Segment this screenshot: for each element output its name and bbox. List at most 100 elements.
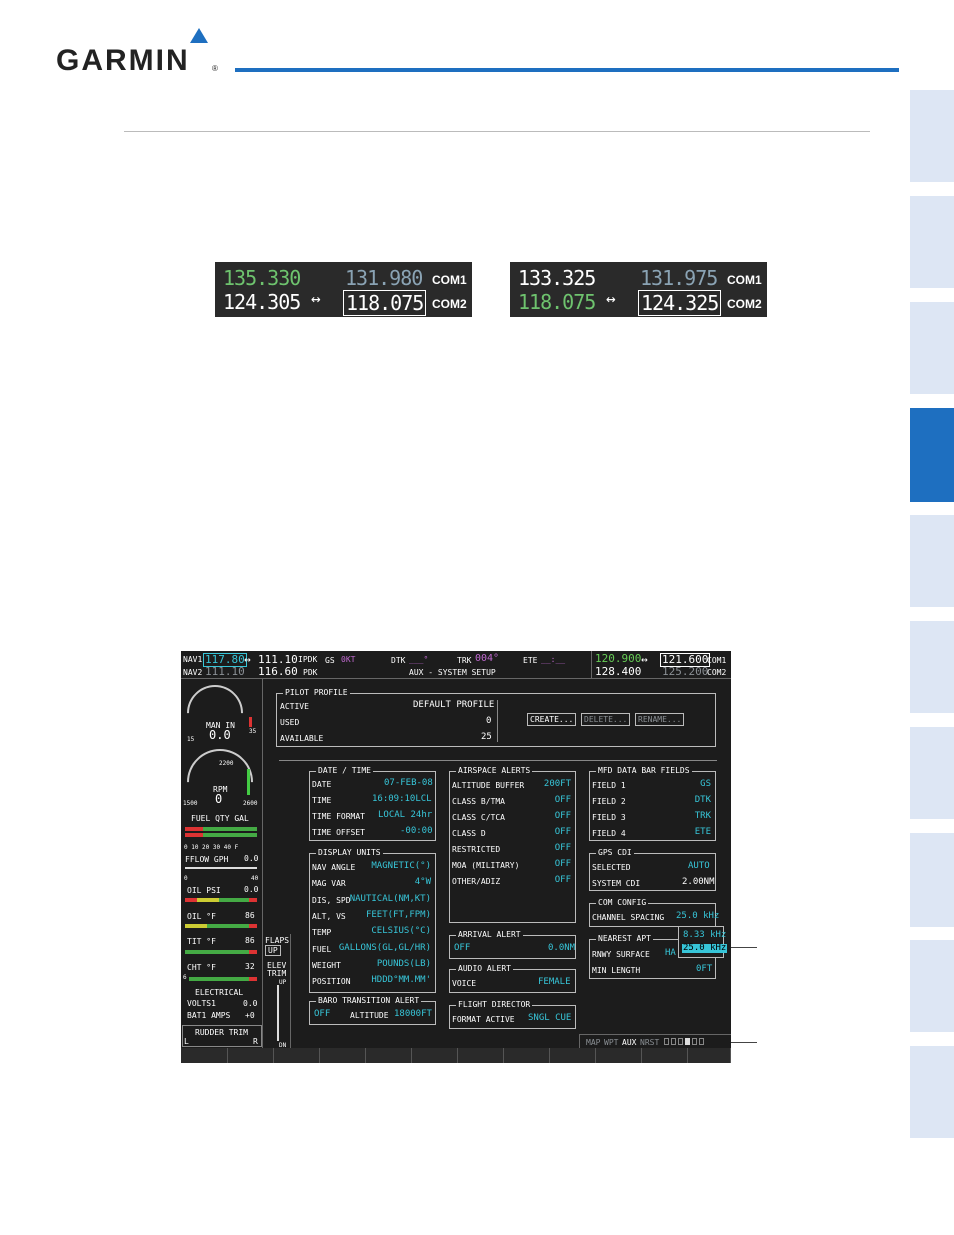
time-offset-value[interactable]: -00:00 [400,827,433,836]
side-tab-5[interactable] [910,515,954,607]
available-value: 25 [481,732,492,742]
display-unit-value[interactable]: POUNDS(LB) [377,959,431,969]
side-tab-1[interactable] [910,90,954,182]
nav2-label: NAV2 [183,668,203,677]
softkey-10[interactable] [596,1048,642,1063]
time-format-label: TIME FORMAT [312,812,365,821]
softkey-3[interactable] [274,1048,320,1063]
side-tab-6[interactable] [910,621,954,713]
create-button[interactable]: CREATE... [527,713,577,726]
softkey-12[interactable] [688,1048,731,1063]
baro-state[interactable]: OFF [314,1010,330,1019]
data-bar-field-value[interactable]: GS [700,780,711,789]
side-tab-8[interactable] [910,833,954,927]
min-length-label: MIN LENGTH [592,966,641,975]
arrival-value[interactable]: 0.0NM [548,944,575,953]
airspace-alert-value[interactable]: OFF [555,796,571,805]
channel-spacing-popup[interactable]: 8.33 kHz 25.0 kHz [678,926,728,958]
fflow-label: FFLOW GPH [185,855,229,864]
format-active-value[interactable]: SNGL CUE [528,1014,571,1023]
arrival-state[interactable]: OFF [454,944,470,953]
mfd-com1-active: 120.900 [595,652,642,665]
rpm-mark: 2200 [219,760,234,767]
softkey-11[interactable] [642,1048,688,1063]
amps-value: +0 [245,1011,255,1020]
airspace-alert-label: RESTRICTED [452,845,501,854]
system-cdi-value: 2.00NM [682,877,715,887]
page-group-wpt: WPT [604,1038,619,1047]
softkey-4[interactable] [320,1048,366,1063]
softkey-1[interactable] [181,1048,228,1063]
display-unit-value[interactable]: HDDD°MM.MM' [371,976,431,985]
runway-surface-value[interactable]: HA [665,949,676,958]
spacing-option-833[interactable]: 8.33 kHz [683,931,726,940]
com2-label: COM2 [727,297,762,311]
min-length-value[interactable]: 0FT [696,965,712,974]
com1-active-freq: 133.325 [518,266,596,290]
mfd-com2-label: COM2 [707,668,727,677]
arrival-title: ARRIVAL ALERT [456,930,523,939]
runway-surface-label: RNWY SURFACE [592,950,650,959]
man-min: 15 [187,736,195,743]
pilot-profile-title: PILOT PROFILE [283,688,350,697]
available-label: AVAILABLE [280,734,324,743]
time-value[interactable]: 16:09:10LCL [372,795,432,804]
page-group-nrst: NRST [640,1038,660,1047]
electrical-label: ELECTRICAL [195,988,244,997]
side-tab-2[interactable] [910,196,954,288]
display-unit-label: POSITION [312,977,351,987]
callout-line-page-group [731,1042,757,1043]
com2-active-freq: 124.305 [223,290,301,314]
display-unit-value[interactable]: FEET(FT,FPM) [366,910,431,920]
airspace-alert-value[interactable]: OFF [555,828,571,837]
data-bar-field-value[interactable]: ETE [695,828,711,837]
nav1-label: NAV1 [183,655,203,664]
side-tab-10[interactable] [910,1046,954,1138]
date-value[interactable]: 07-FEB-08 [384,779,433,788]
side-tab-4-active[interactable] [910,408,954,502]
display-unit-value[interactable]: MAGNETIC(°) [371,862,431,871]
side-tab-9[interactable] [910,940,954,1032]
data-bar-title: MFD DATA BAR FIELDS [596,766,692,775]
softkey-8[interactable] [504,1048,550,1063]
airspace-alert-value[interactable]: OFF [555,876,571,885]
format-active-label: FORMAT ACTIVE [452,1015,515,1024]
softkey-5[interactable] [366,1048,412,1063]
channel-spacing-value[interactable]: 25.0 kHz [676,912,719,921]
time-format-value[interactable]: LOCAL 24hr [378,811,432,820]
page-group-aux: AUX [622,1038,637,1047]
callout-line-popup [731,947,757,948]
data-bar-field-label: FIELD 2 [592,797,626,806]
softkey-6[interactable] [412,1048,458,1063]
airspace-alerts-group: AIRSPACE ALERTS ALTITUDE BUFFER 200FT CLAS… [449,766,576,923]
active-value: DEFAULT PROFILE [413,700,495,710]
spacing-option-25-selected[interactable]: 25.0 kHz [682,944,728,953]
side-tab-7[interactable] [910,727,954,819]
data-bar-field-value[interactable]: DTK [695,796,711,805]
oil-temp-label: OIL °F [187,912,216,921]
display-unit-value[interactable]: 4°W [415,878,431,887]
display-units-title: DISPLAY UNITS [316,848,383,857]
softkey-2[interactable] [228,1048,274,1063]
display-unit-value[interactable]: GALLONS(GL,GL/HR) [339,943,431,953]
flight-director-title: FLIGHT DIRECTOR [456,1000,533,1009]
rename-button[interactable]: RENAME... [635,713,685,726]
man-max: 35 [249,728,257,735]
selected-value[interactable]: AUTO [688,862,710,871]
side-tab-3[interactable] [910,302,954,394]
baro-altitude-value[interactable]: 18000FT [394,1010,432,1019]
display-unit-value[interactable]: NAUTICAL(NM,KT) [350,894,431,904]
voice-value[interactable]: FEMALE [538,978,571,987]
fflow-value: 0.0 [244,854,259,863]
delete-button[interactable]: DELETE... [581,713,631,726]
data-bar-field-label: FIELD 3 [592,813,626,822]
softkey-7[interactable] [458,1048,504,1063]
airspace-alert-value[interactable]: OFF [555,812,571,821]
airspace-alert-value[interactable]: OFF [555,844,571,853]
nearest-apt-title: NEAREST APT [596,934,653,943]
airspace-alert-value[interactable]: OFF [555,860,571,869]
display-unit-value[interactable]: CELSIUS(°C) [371,927,431,936]
softkey-9[interactable] [550,1048,596,1063]
airspace-alert-value[interactable]: 200FT [544,780,571,789]
data-bar-field-value[interactable]: TRK [695,812,711,821]
